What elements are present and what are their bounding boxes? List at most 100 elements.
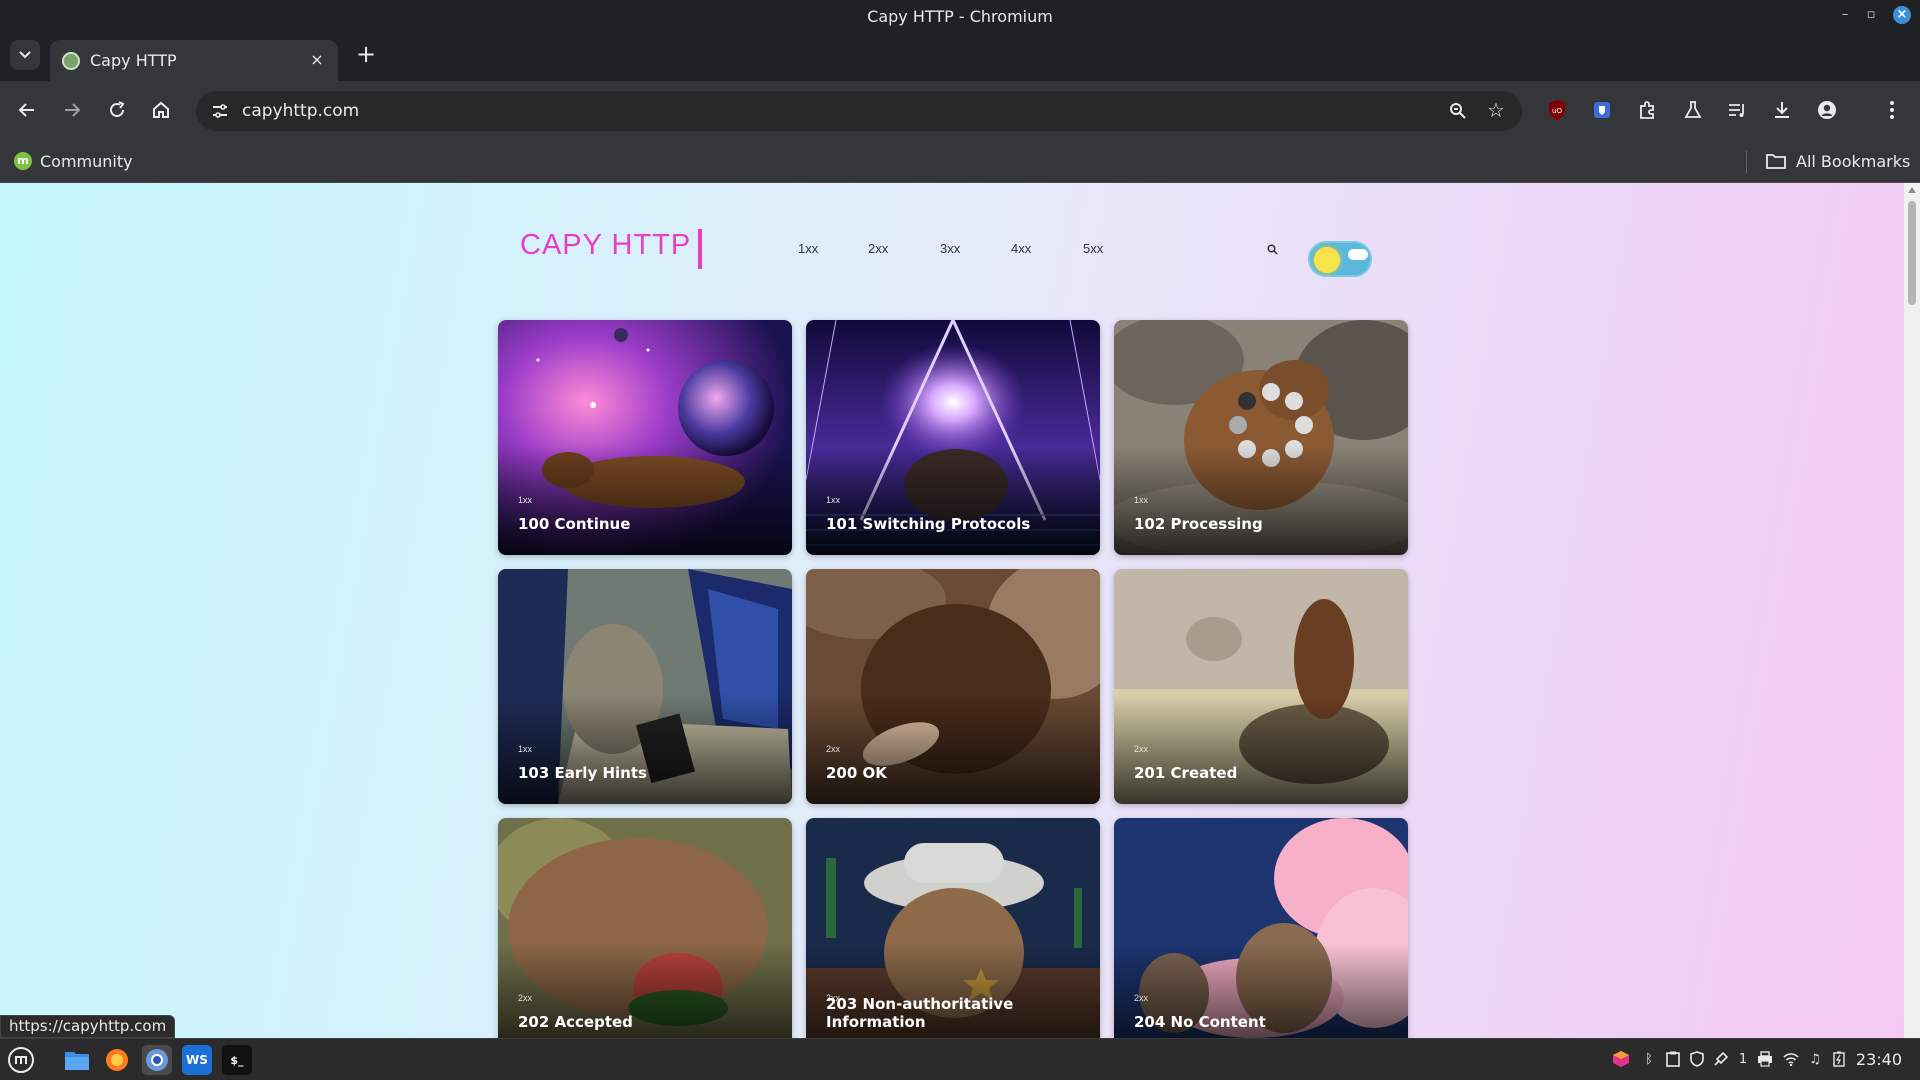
- status-card[interactable]: 2xx 202 Accepted: [498, 818, 792, 1038]
- back-button[interactable]: [12, 95, 42, 125]
- status-card[interactable]: 1xx 100 Continue: [498, 320, 792, 555]
- card-shade: [498, 694, 792, 804]
- nav-link-3xx[interactable]: 3xx: [940, 241, 960, 256]
- nav-link-5xx[interactable]: 5xx: [1083, 241, 1103, 256]
- tab-title: Capy HTTP: [90, 51, 177, 70]
- nav-link-4xx[interactable]: 4xx: [1011, 241, 1031, 256]
- card-title: 203 Non-authoritative Information: [826, 995, 1014, 1031]
- all-bookmarks-button[interactable]: All Bookmarks: [1766, 148, 1910, 174]
- app-tray-icon[interactable]: [1612, 1050, 1630, 1068]
- scrollbar-thumb[interactable]: [1908, 201, 1916, 305]
- tab-close-icon[interactable]: ×: [306, 49, 328, 71]
- card-category: 1xx: [518, 495, 533, 505]
- card-title: 103 Early Hints: [518, 764, 647, 782]
- folder-icon: [1766, 154, 1786, 169]
- card-category: 1xx: [826, 495, 841, 505]
- logo-typing-caret: [698, 229, 702, 269]
- card-title: 201 Created: [1134, 764, 1238, 782]
- nav-link-1xx[interactable]: 1xx: [798, 241, 818, 256]
- os-taskbar: WS $_ ᛒ 1 ♫ 23:40: [0, 1038, 1920, 1080]
- bookmark-community[interactable]: m Community: [14, 148, 133, 174]
- close-window-button[interactable]: ×: [1893, 6, 1911, 24]
- card-shade: [806, 694, 1100, 804]
- reload-button[interactable]: [102, 95, 132, 125]
- theme-toggle-switch[interactable]: [1308, 241, 1372, 277]
- extensions-puzzle-icon[interactable]: [1632, 95, 1662, 125]
- status-card[interactable]: 1xx 101 Switching Protocols: [806, 320, 1100, 555]
- bookmarks-bar: m Community All Bookmarks: [0, 140, 1920, 183]
- bookmarks-divider: [1746, 151, 1747, 173]
- workspace-indicator[interactable]: 1: [1734, 1050, 1752, 1068]
- site-header: CAPY HTTP 1xx 2xx 3xx 4xx 5xx: [520, 229, 1380, 289]
- card-title: 200 OK: [826, 764, 887, 782]
- labs-flask-icon[interactable]: [1678, 95, 1708, 125]
- webstorm-icon[interactable]: WS: [182, 1045, 212, 1075]
- card-category: 1xx: [1134, 495, 1149, 505]
- zoom-icon[interactable]: [1446, 99, 1470, 123]
- address-bar[interactable]: capyhttp.com ☆: [196, 91, 1522, 131]
- url-text[interactable]: capyhttp.com: [242, 101, 359, 121]
- arrow-right-icon: [65, 103, 81, 117]
- home-button[interactable]: [146, 95, 176, 125]
- profile-avatar-icon[interactable]: [1812, 95, 1842, 125]
- files-icon[interactable]: [62, 1045, 92, 1075]
- bitwarden-extension-icon[interactable]: [1587, 95, 1617, 125]
- terminal-icon[interactable]: $_: [222, 1045, 252, 1075]
- battery-icon[interactable]: [1830, 1050, 1848, 1068]
- browser-toolbar: capyhttp.com ☆ uO: [0, 81, 1920, 140]
- bluetooth-icon[interactable]: ᛒ: [1640, 1050, 1658, 1068]
- tab-search-button[interactable]: [10, 40, 40, 70]
- linux-mint-icon: m: [14, 152, 32, 170]
- tab-strip: Capy HTTP × +: [0, 32, 1920, 81]
- firefox-icon[interactable]: [102, 1045, 132, 1075]
- card-title: 202 Accepted: [518, 1013, 633, 1031]
- shield-icon[interactable]: [1688, 1050, 1706, 1068]
- tab-capy-http[interactable]: Capy HTTP ×: [50, 40, 338, 81]
- card-category: 2xx: [1134, 744, 1149, 754]
- page-viewport: CAPY HTTP 1xx 2xx 3xx 4xx 5xx 1xx 100 Co…: [0, 183, 1920, 1038]
- reload-icon: [110, 101, 125, 117]
- status-card[interactable]: 2xx 204 No Content: [1114, 818, 1408, 1038]
- sound-icon[interactable]: ♫: [1806, 1050, 1824, 1068]
- new-tab-button[interactable]: +: [352, 41, 380, 69]
- status-card[interactable]: 2xx 203 Non-authoritative Information: [806, 818, 1100, 1038]
- status-card[interactable]: 1xx 103 Early Hints: [498, 569, 792, 804]
- card-shade: [806, 445, 1100, 555]
- chromium-icon[interactable]: [142, 1045, 172, 1075]
- bookmark-star-icon[interactable]: ☆: [1484, 98, 1508, 122]
- page-scrollbar[interactable]: [1904, 183, 1920, 1038]
- card-title: 100 Continue: [518, 515, 631, 533]
- site-logo[interactable]: CAPY HTTP: [520, 229, 691, 262]
- capybara-favicon-icon: [62, 52, 80, 70]
- menu-kebab-icon[interactable]: [1877, 95, 1907, 125]
- taskbar-clock[interactable]: 23:40: [1856, 1050, 1902, 1069]
- card-category: 2xx: [518, 993, 533, 1003]
- link-hover-status: https://capyhttp.com: [0, 1015, 176, 1038]
- site-search-icon[interactable]: [1262, 239, 1282, 259]
- window-titlebar: Capy HTTP - Chromium – ▫ ×: [0, 0, 1920, 32]
- minimize-button[interactable]: –: [1836, 6, 1854, 24]
- printer-icon[interactable]: [1756, 1050, 1774, 1068]
- card-category: 2xx: [826, 744, 841, 754]
- scroll-up-arrow-icon[interactable]: [1908, 187, 1916, 193]
- notifications-icon[interactable]: [1712, 1050, 1730, 1068]
- site-info-icon[interactable]: [208, 99, 232, 123]
- status-card[interactable]: 2xx 200 OK: [806, 569, 1100, 804]
- svg-text:uO: uO: [1552, 107, 1562, 115]
- ublock-extension-icon[interactable]: uO: [1542, 95, 1572, 125]
- status-card[interactable]: 2xx 201 Created: [1114, 569, 1408, 804]
- media-controls-icon[interactable]: [1722, 95, 1752, 125]
- status-card[interactable]: 1xx 102 Processing: [1114, 320, 1408, 555]
- cloud-icon: [1348, 249, 1368, 260]
- card-shade: [1114, 445, 1408, 555]
- chevron-down-icon: [19, 51, 31, 59]
- card-shade: [498, 445, 792, 555]
- nav-link-2xx[interactable]: 2xx: [868, 241, 888, 256]
- maximize-button[interactable]: ▫: [1862, 6, 1880, 24]
- downloads-icon[interactable]: [1767, 95, 1797, 125]
- wifi-icon[interactable]: [1782, 1050, 1800, 1068]
- arrow-left-icon: [18, 103, 34, 117]
- mint-menu-icon[interactable]: [6, 1045, 36, 1075]
- clipboard-icon[interactable]: [1664, 1050, 1682, 1068]
- forward-button[interactable]: [57, 95, 87, 125]
